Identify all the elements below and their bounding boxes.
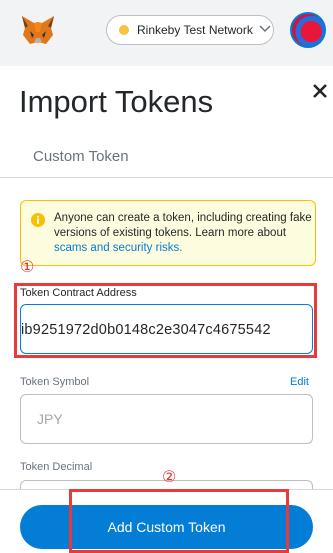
info-icon bbox=[31, 213, 45, 227]
page-title: Import Tokens bbox=[19, 84, 214, 119]
edit-symbol-link[interactable]: Edit bbox=[290, 376, 309, 388]
token-decimal-label: Token Decimal bbox=[20, 461, 93, 473]
token-symbol-value: JPY bbox=[37, 411, 63, 427]
annotation-highlight-button bbox=[69, 489, 289, 553]
app-header: Rinkeby Test Network bbox=[0, 0, 333, 66]
network-selector[interactable]: Rinkeby Test Network bbox=[106, 15, 274, 45]
scam-warning-banner: Anyone can create a token, including cre… bbox=[20, 200, 316, 266]
account-avatar[interactable] bbox=[290, 12, 326, 48]
annotation-marker-1: ① bbox=[20, 259, 35, 276]
token-symbol-input[interactable]: JPY bbox=[20, 394, 313, 444]
warning-text: Anyone can create a token, including cre… bbox=[54, 211, 312, 256]
tab-divider bbox=[0, 177, 333, 178]
network-status-dot bbox=[119, 25, 129, 35]
chevron-down-icon bbox=[259, 25, 271, 33]
warning-body: Anyone can create a token, including cre… bbox=[54, 212, 312, 239]
tab-custom-token[interactable]: Custom Token bbox=[33, 148, 129, 165]
scams-risks-link[interactable]: scams and security risks. bbox=[54, 242, 182, 254]
close-icon[interactable] bbox=[311, 82, 329, 100]
metamask-fox-logo[interactable] bbox=[20, 14, 56, 46]
token-symbol-label: Token Symbol bbox=[20, 376, 90, 388]
network-label: Rinkeby Test Network bbox=[137, 23, 253, 37]
annotation-highlight-address bbox=[14, 283, 317, 358]
annotation-marker-2: ② bbox=[162, 469, 177, 486]
